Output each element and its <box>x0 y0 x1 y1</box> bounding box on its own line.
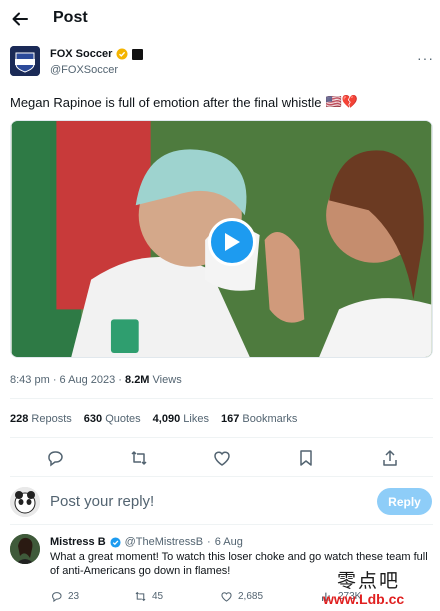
views-label: Views <box>152 374 182 386</box>
current-user-avatar[interactable] <box>10 487 40 517</box>
reply-icon[interactable] <box>45 448 65 468</box>
back-arrow-icon[interactable] <box>10 9 30 29</box>
meta-separator: · <box>52 374 57 386</box>
author-name-row[interactable]: FOX Soccer <box>50 48 144 60</box>
action-bar <box>0 448 440 468</box>
reply-date[interactable]: 6 Aug <box>215 536 243 548</box>
fox-affiliate-badge <box>132 48 144 60</box>
watermark-chinese: 零点吧 <box>337 571 401 592</box>
divider <box>10 437 433 438</box>
reply-likes[interactable]: 2,685 <box>220 590 263 603</box>
like-icon[interactable] <box>212 448 232 468</box>
reply-replies[interactable]: 23 <box>50 590 79 603</box>
reply-button[interactable]: Reply <box>377 488 432 515</box>
post-body: Megan Rapinoe is full of emotion after t… <box>10 94 322 110</box>
play-icon <box>225 233 240 251</box>
reply-author-name[interactable]: Mistress B <box>50 536 106 548</box>
post-text: Megan Rapinoe is full of emotion after t… <box>10 94 358 110</box>
reply-separator: · <box>207 536 211 548</box>
stat-likes[interactable]: 4,090 Likes <box>153 413 209 425</box>
post-emoji: 🇺🇸💔 <box>325 94 358 109</box>
video-thumbnail[interactable] <box>10 120 433 358</box>
engagement-stats: 228 Reposts 630 Quotes 4,090 Likes 167 B… <box>10 413 297 425</box>
play-button[interactable] <box>208 218 256 266</box>
stat-bookmarks[interactable]: 167 Bookmarks <box>221 413 297 425</box>
author-handle[interactable]: @FOXSoccer <box>50 64 118 76</box>
watermark-url: www.Ldb.cc <box>323 591 405 607</box>
author-name[interactable]: FOX Soccer <box>50 48 112 60</box>
repost-icon <box>135 591 146 602</box>
bookmark-icon[interactable] <box>296 448 316 468</box>
more-options-icon[interactable]: ··· <box>417 50 434 66</box>
reply-author-handle[interactable]: @TheMistressB <box>125 536 203 548</box>
reply-reposts[interactable]: 45 <box>134 590 163 603</box>
divider <box>10 398 433 399</box>
post-time[interactable]: 8:43 pm <box>10 374 50 386</box>
share-icon[interactable] <box>380 448 400 468</box>
reply-input[interactable]: Post your reply! <box>50 493 154 510</box>
divider <box>10 524 433 525</box>
page-title: Post <box>53 9 88 26</box>
stat-reposts[interactable]: 228 Reposts <box>10 413 72 425</box>
verified-badge-icon <box>110 536 121 548</box>
views-count: 8.2M <box>125 374 150 386</box>
post-meta: 8:43 pm · 6 Aug 2023 · 8.2M Views <box>10 374 182 386</box>
stat-quotes[interactable]: 630 Quotes <box>84 413 141 425</box>
divider <box>10 476 433 477</box>
post-page: Post FOX Soccer @FOXSoccer ··· Megan Rap… <box>0 0 440 611</box>
reply-header: Mistress B @TheMistressB · 6 Aug <box>50 536 243 548</box>
like-icon <box>221 592 232 602</box>
author-avatar[interactable] <box>10 46 40 76</box>
top-bar: Post <box>0 0 440 38</box>
verified-badge-icon <box>116 48 128 60</box>
post-date[interactable]: 6 Aug 2023 <box>60 374 116 386</box>
repost-icon[interactable] <box>129 448 149 468</box>
reply-icon <box>52 592 62 603</box>
reply-author-avatar[interactable] <box>10 534 40 564</box>
meta-separator-2: · <box>118 374 122 386</box>
